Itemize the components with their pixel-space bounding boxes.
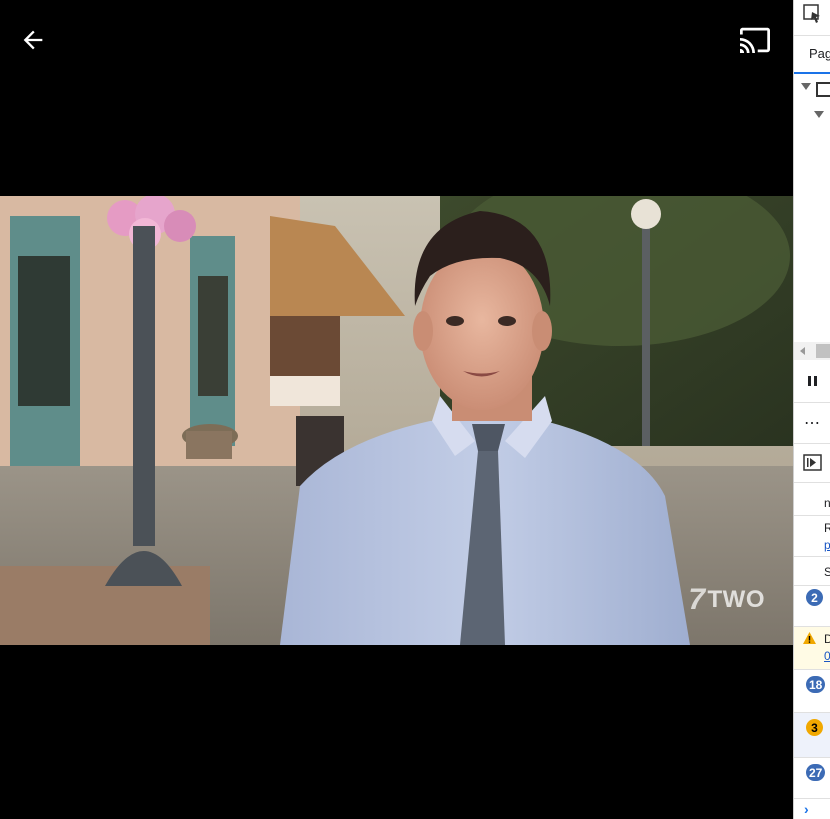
- row-text: R: [824, 521, 830, 535]
- scroll-thumb[interactable]: [816, 344, 830, 358]
- console-row: S: [794, 557, 830, 586]
- back-button[interactable]: [15, 22, 51, 58]
- row-link[interactable]: 0: [824, 649, 830, 663]
- count-badge: 18: [806, 676, 826, 693]
- chevron-right-icon: ›: [804, 801, 809, 817]
- cast-button[interactable]: [737, 22, 773, 58]
- warning-icon: [803, 632, 816, 644]
- debugger-controls: [794, 362, 830, 403]
- expand-triangle-icon: [814, 111, 824, 118]
- console-prompt[interactable]: ›: [794, 800, 830, 819]
- step-icon[interactable]: [803, 454, 822, 471]
- more-icon[interactable]: ⋯: [804, 413, 821, 433]
- console-group-row[interactable]: 2: [794, 586, 830, 627]
- scroll-left-icon[interactable]: [800, 347, 805, 355]
- video-player: 7 TWO: [0, 0, 793, 819]
- watermark-seven: 7: [688, 583, 706, 616]
- row-text: S: [824, 565, 830, 579]
- console-row: R p: [794, 516, 830, 557]
- channel-watermark: 7 TWO: [688, 583, 765, 617]
- count-badge: 3: [806, 719, 823, 736]
- count-badge: 2: [806, 589, 823, 606]
- tab-page[interactable]: Pag: [794, 36, 830, 74]
- pause-icon[interactable]: [807, 375, 819, 387]
- arrow-left-icon: [23, 30, 43, 50]
- more-row[interactable]: ⋯: [794, 403, 830, 444]
- inspect-icon[interactable]: [803, 4, 823, 24]
- row-link[interactable]: p: [824, 538, 830, 552]
- frame-icon: [816, 82, 830, 97]
- count-badge: 27: [806, 764, 826, 781]
- console-group-row[interactable]: 18: [794, 670, 830, 713]
- tree-row[interactable]: [794, 108, 830, 124]
- devtools-toolbar: [794, 0, 830, 36]
- console-row: n: [794, 483, 830, 516]
- horizontal-scrollbar[interactable]: [794, 342, 830, 360]
- step-row[interactable]: [794, 444, 830, 483]
- row-text: n: [824, 496, 830, 510]
- cast-icon: [740, 27, 770, 53]
- tab-page-label: Pag: [809, 46, 830, 61]
- console-group-row[interactable]: 3: [794, 713, 830, 758]
- row-text: D: [824, 632, 830, 646]
- watermark-channel: TWO: [707, 586, 765, 613]
- console-group-row[interactable]: 27: [794, 758, 830, 799]
- video-frame[interactable]: 7 TWO: [0, 196, 793, 645]
- devtools-panel: Pag ⋯ n R p S 2: [793, 0, 830, 819]
- expand-triangle-icon: [801, 83, 811, 90]
- video-still: [0, 196, 793, 645]
- tree-row[interactable]: [794, 80, 830, 100]
- warning-row[interactable]: D 0: [794, 627, 830, 670]
